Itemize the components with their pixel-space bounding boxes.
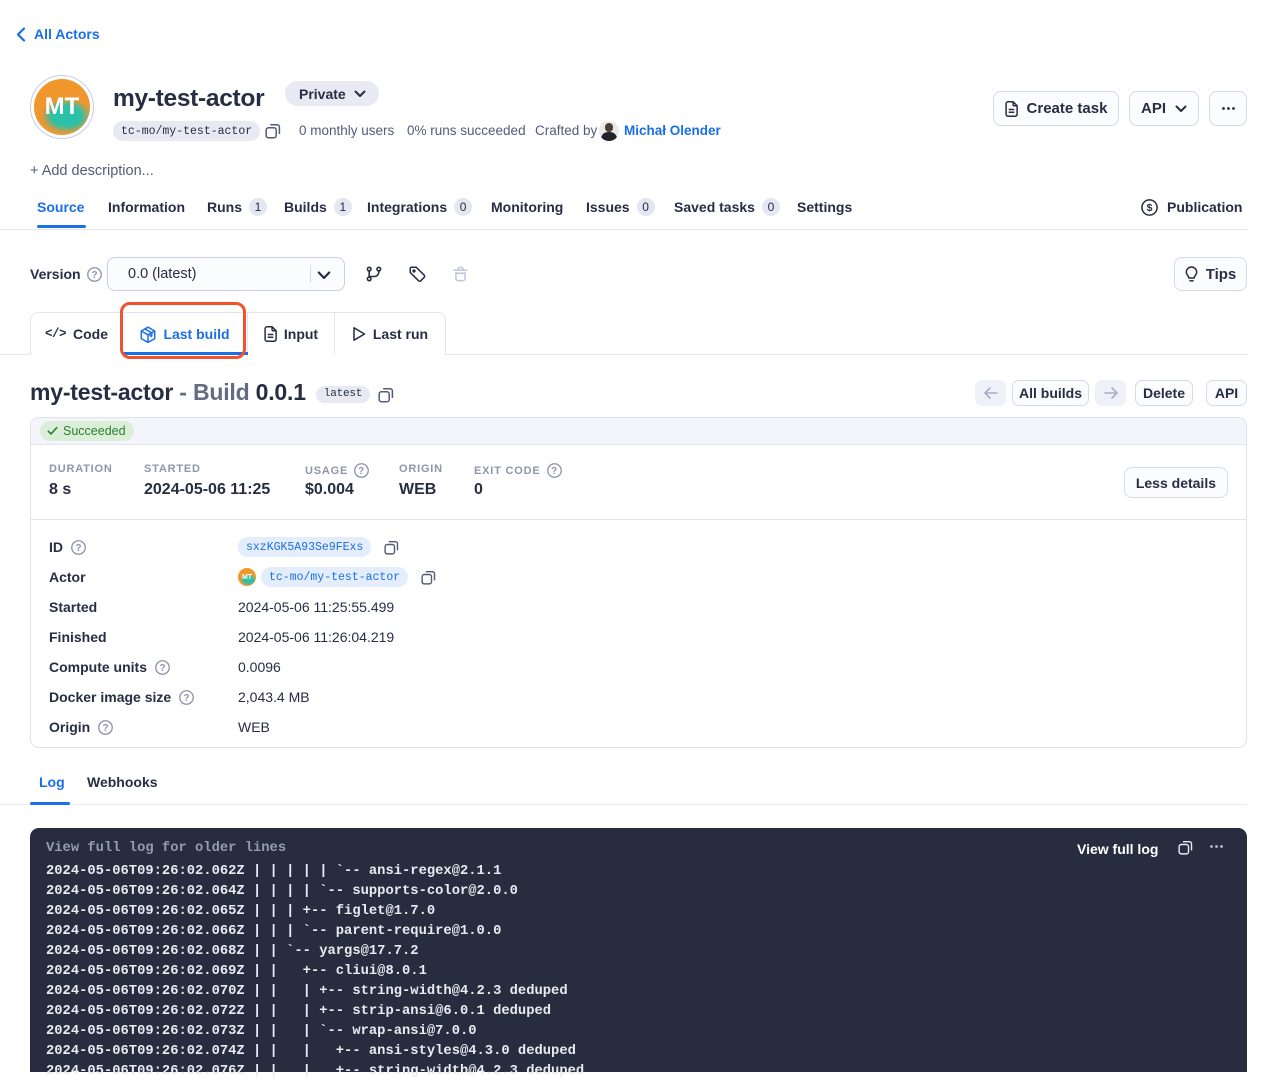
svg-text:?: ? <box>159 663 165 674</box>
svg-text:$: $ <box>1147 202 1153 214</box>
svg-text:?: ? <box>91 270 97 281</box>
svg-text:?: ? <box>358 466 365 477</box>
svg-text:?: ? <box>75 543 81 554</box>
svg-text:?: ? <box>184 693 190 704</box>
svg-text:?: ? <box>551 466 558 477</box>
svg-text:?: ? <box>103 723 109 734</box>
